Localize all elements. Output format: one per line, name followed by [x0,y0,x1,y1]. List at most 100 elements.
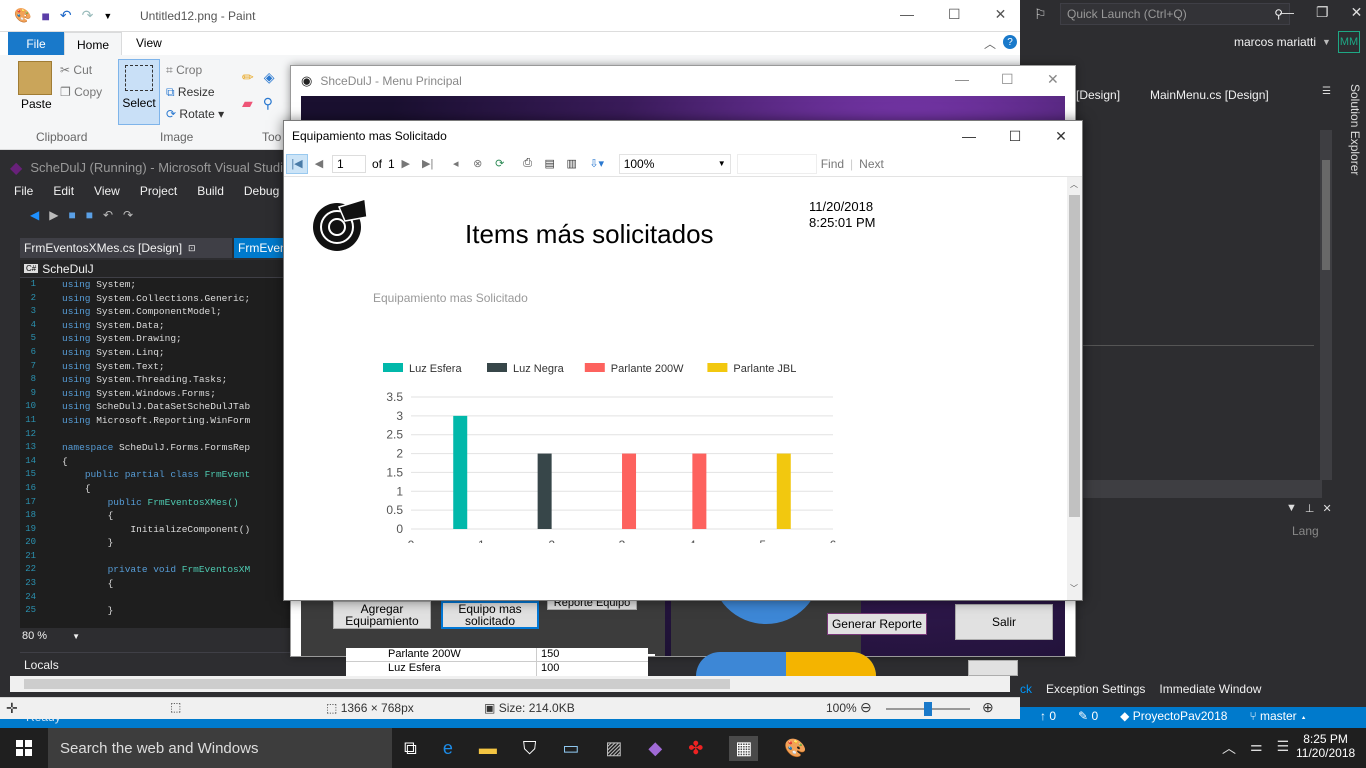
restore-icon[interactable]: ❐ [1316,4,1329,21]
close-icon[interactable]: ✕ [1322,502,1331,515]
edge-icon[interactable]: e [443,738,453,759]
close-icon[interactable]: ✕ [1047,71,1059,88]
scroll-thumb[interactable] [1069,195,1080,517]
resize-button[interactable]: ⧉ Resize [166,85,215,100]
select-button[interactable]: Select [118,59,160,125]
task-view-icon[interactable]: ⧉ [404,738,417,759]
chevron-down-icon[interactable]: ▼ [1286,502,1297,515]
redo-icon[interactable]: ↷ [123,208,133,222]
crop-button[interactable]: ⌗ Crop [166,63,202,78]
maximize-icon[interactable]: ☐ [948,6,961,23]
zoom-slider[interactable] [886,702,970,716]
paste-icon[interactable] [18,61,52,95]
visual-studio-icon[interactable]: ◆ [648,738,662,759]
next-button[interactable]: Next [859,157,884,171]
last-page-icon[interactable]: ▶| [417,154,439,174]
exception-settings-tab[interactable]: Exception Settings [1046,682,1145,696]
start-button[interactable] [16,740,32,756]
maximize-icon[interactable]: ☐ [1001,71,1014,88]
partial-button[interactable] [968,660,1018,676]
pin-icon[interactable]: ⊥ [1305,502,1315,515]
undo-icon[interactable]: ↶ [60,7,72,24]
tab-view[interactable]: View [136,36,162,50]
vs-menu-build[interactable]: Build [197,184,224,198]
maximize-icon[interactable]: ☐ [992,121,1038,151]
paint-taskbar-icon[interactable]: 🎨 [784,738,806,759]
next-page-icon[interactable]: ▶ [395,154,417,174]
minimize-icon[interactable]: — [900,6,914,23]
zoom-out-icon[interactable]: ⊖ [860,699,872,716]
push-count[interactable]: ↑ 0 [1040,709,1056,723]
edit-count[interactable]: ✎ 0 [1078,709,1098,723]
remote-desktop-icon[interactable]: ▭ [562,738,579,759]
eraser-icon[interactable]: ▰ [242,95,253,112]
vs-menu-view[interactable]: View [94,184,120,198]
quick-launch-input[interactable]: Quick Launch (Ctrl+Q) ⚲ [1060,3,1290,25]
agregar-equipamiento-button[interactable]: Agregar Equipamiento [333,601,431,629]
copy-button[interactable]: ❐ Copy [60,85,102,99]
chevron-up-icon[interactable]: ︿ [1222,738,1236,758]
scroll-up-icon[interactable]: ︿ [1070,179,1078,190]
network-icon[interactable]: ⚌ [1250,738,1263,758]
tab-file[interactable]: File [8,32,64,55]
branch-name[interactable]: ⑂ master ▴ [1249,709,1307,723]
report-v-scrollbar[interactable]: ︿ ﹀ [1067,177,1082,600]
save-all-icon[interactable]: ■ [86,208,93,222]
minimize-icon[interactable]: — [946,121,992,151]
color-picker-icon[interactable]: ⚲ [263,95,273,112]
store-icon[interactable]: ⛉ [523,738,537,759]
vs-doc-tab-active[interactable]: FrmEventosXMes.cs [Design] ⊡ [20,238,232,258]
chevron-up-icon[interactable]: ︿ [984,35,996,52]
first-page-icon[interactable]: |◀ [286,153,308,174]
forward-icon[interactable]: ▶ [49,208,58,222]
user-name[interactable]: marcos mariatti [1234,35,1316,49]
running-app-icon[interactable]: ▦ [729,736,759,761]
close-icon[interactable]: ✕ [1351,4,1363,21]
fill-icon[interactable]: ◈ [264,69,275,86]
back-icon[interactable]: ◀ [30,208,39,222]
report-content[interactable]: Items más solicitados 11/20/2018 8:25:01… [285,177,1067,600]
find-button[interactable]: Find [821,157,844,171]
paint-app-icon[interactable]: 🎨 [14,7,31,24]
salir-button[interactable]: Salir [955,604,1053,640]
rotate-button[interactable]: ⟳ Rotate ▾ [166,107,224,121]
pencil-icon[interactable]: ✏ [242,69,254,86]
scroll-thumb[interactable] [24,679,730,689]
right-doc-tab-2[interactable]: MainMenu.cs [Design] [1150,88,1269,102]
minimize-icon[interactable]: — [1280,4,1294,21]
tab-overflow-icon[interactable]: ☰ [1322,86,1331,97]
close-icon[interactable]: ✕ [1038,121,1084,151]
system-clock[interactable]: 8:25 PM 11/20/2018 [1296,732,1355,760]
cut-button[interactable]: ✂ Cut [60,63,92,77]
file-explorer-icon[interactable]: ▬ [479,738,497,759]
tab-home[interactable]: Home [64,32,122,56]
redo-icon[interactable]: ↷ [82,7,94,24]
export-icon[interactable]: ⇩▾ [583,154,611,174]
solution-explorer-tab[interactable]: Solution Explorer [1340,84,1362,244]
chevron-down-icon[interactable]: ▼ [1322,37,1331,47]
help-icon[interactable]: ? [1003,35,1017,49]
paint-h-scroll[interactable] [10,676,1010,692]
project-dropdown[interactable]: C# ScheDulJ [20,260,310,278]
vs-menu-project[interactable]: Project [140,184,177,198]
network-app-icon[interactable]: ✤ [688,738,703,759]
scrollbar[interactable] [1320,130,1332,480]
immediate-window-tab[interactable]: Immediate Window [1159,682,1261,696]
generar-reporte-button[interactable]: Generar Reporte [827,613,927,635]
vs-menu-file[interactable]: File [14,184,33,198]
notifications-icon[interactable]: ☰ [1277,738,1290,758]
code-editor[interactable]: 1 using System; 2 using System.Collections.… [20,278,310,628]
zoom-select[interactable]: 100% ▼ [618,153,731,174]
minimize-icon[interactable]: — [955,71,969,87]
stop-icon[interactable]: ⊗ [467,154,489,174]
back-icon[interactable]: ◂ [445,154,467,174]
customize-icon[interactable]: ▼ [103,11,112,21]
equipo-mas-solicitado-button[interactable]: Equipo mas solicitado [441,601,539,629]
paste-button[interactable]: Paste [21,97,52,111]
vs-menu-edit[interactable]: Edit [53,184,74,198]
save-icon[interactable]: ■ [68,208,75,222]
refresh-icon[interactable]: ⟳ [489,154,511,174]
page-number-input[interactable]: 1 [332,154,366,173]
undo-icon[interactable]: ↶ [103,208,113,222]
pin-icon[interactable]: ⊡ [188,243,196,254]
